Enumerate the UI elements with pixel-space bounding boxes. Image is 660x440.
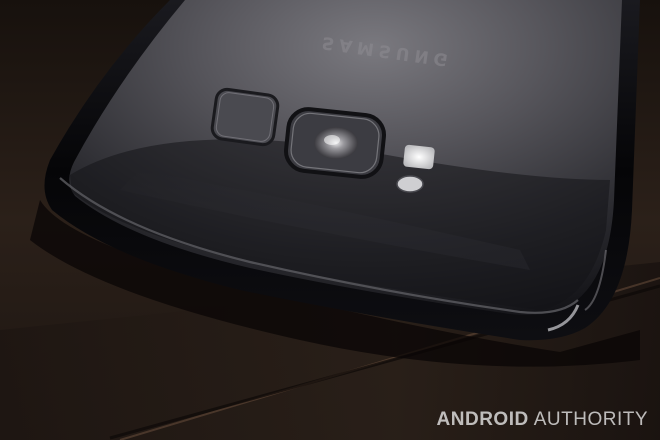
watermark-word-authority: AUTHORITY: [533, 409, 648, 430]
flash-led: [403, 144, 435, 170]
heart-rate-sensor: [396, 175, 424, 193]
camera-lens-glint: [324, 135, 340, 145]
watermark: ANDROID AUTHORITY: [437, 409, 648, 431]
watermark-word-android: ANDROID: [436, 409, 529, 430]
photo-scene: SAMSUNG ANDROID AUTHORITY: [0, 0, 660, 440]
phone-photo: SAMSUNG: [0, 0, 660, 440]
